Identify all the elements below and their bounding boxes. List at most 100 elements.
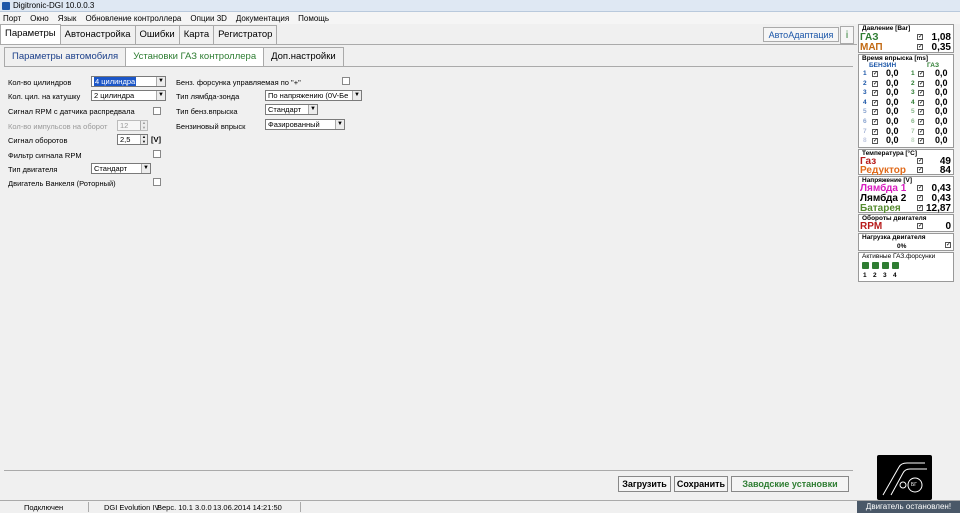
- tab-map[interactable]: Карта: [178, 25, 215, 44]
- petrol-inj-type-select[interactable]: Стандарт ▼: [265, 104, 318, 115]
- tab-gas-settings[interactable]: Установки ГАЗ контроллера: [125, 47, 265, 66]
- petrol-injector-time: 0,0: [886, 135, 899, 146]
- petrol-injector-checkbox[interactable]: ✓: [872, 90, 878, 97]
- menu-port[interactable]: Порт: [3, 14, 21, 23]
- tab-extra-settings[interactable]: Доп.настройки: [263, 47, 344, 66]
- info-icon[interactable]: ⅰ: [840, 26, 854, 44]
- load-button[interactable]: Загрузить: [618, 476, 671, 492]
- engine-state-badge: Двигатель остановлен!: [857, 501, 960, 513]
- rpm-filter-label: Фильтр сигнала RPM: [8, 151, 82, 160]
- gas-injector-checkbox[interactable]: ✓: [918, 119, 924, 125]
- active-injector-num: 1: [863, 272, 867, 279]
- petrol-injector-checkbox[interactable]: ✓: [872, 109, 878, 116]
- petrol-injector-checkbox[interactable]: ✓: [872, 99, 878, 106]
- settings-panel: Кол-во цилиндров 4 цилиндра ▼ Кол. цил. н…: [4, 66, 853, 470]
- petrol-injector-num: 3: [863, 89, 867, 97]
- gas-temp-checkbox[interactable]: ✓: [917, 158, 923, 164]
- lambda-type-select[interactable]: По напряжению (0V-Бе ▼: [265, 90, 362, 101]
- engine-type-select[interactable]: Стандарт ▼: [91, 163, 151, 174]
- chevron-down-icon: ▼: [156, 91, 165, 100]
- menu-update[interactable]: Обновление контроллера: [85, 14, 181, 23]
- factory-settings-button[interactable]: Заводские установки: [731, 476, 849, 492]
- window-title: Digitronic-DGI 10.0.0.3: [13, 1, 95, 10]
- reducer-temp-checkbox[interactable]: ✓: [917, 167, 923, 173]
- tab-car-params[interactable]: Параметры автомобиля: [4, 47, 127, 66]
- voltage-group: Напряжение [V] Лямбда 1 ✓ 0,43 Лямбда 2 …: [858, 176, 954, 214]
- map-pressure-value: 0,35: [931, 42, 951, 53]
- gas-injector-num: 5: [911, 108, 915, 116]
- status-device: DGI Evolution IV: [104, 503, 160, 512]
- gas-injector-num: 6: [911, 118, 915, 125]
- petrol-injector-checkbox[interactable]: ✓: [872, 138, 878, 145]
- cyl-count-select[interactable]: 4 цилиндра ▼: [91, 76, 166, 87]
- pulses-stepper[interactable]: 12 ▲ ▼: [117, 120, 148, 131]
- tab-errors[interactable]: Ошибки: [134, 25, 180, 44]
- tab-parameters[interactable]: Параметры: [0, 24, 61, 44]
- temperature-group: Температура [°C] Газ ✓ 49 Редуктор ✓ 84: [858, 149, 954, 176]
- rpm-checkbox[interactable]: ✓: [917, 223, 923, 229]
- rpm-group: Обороты двигателя RPM ✓ 0: [858, 214, 954, 232]
- battery-label: Батарея: [860, 203, 901, 214]
- menu-3d[interactable]: Опции 3D: [190, 14, 227, 23]
- rpm-filter-checkbox[interactable]: [153, 150, 161, 158]
- petrol-injector-time: 0,0: [886, 77, 899, 88]
- petrol-injector-checkbox[interactable]: ✓: [872, 128, 878, 135]
- menu-help[interactable]: Помощь: [298, 14, 329, 23]
- petrol-injector-num: 4: [863, 98, 867, 106]
- petrol-injector-checkbox[interactable]: ✓: [872, 80, 878, 87]
- title-bar: Digitronic-DGI 10.0.0.3: [0, 0, 960, 12]
- wankel-checkbox[interactable]: [153, 178, 161, 186]
- gas-injector-num: 2: [911, 79, 915, 87]
- petrol-injector-checkbox[interactable]: ✓: [872, 71, 878, 77]
- injection-time-group: Время впрыска [ms] БЕНЗИН ГАЗ 1 ✓ 0,0 1 ✓ 0,0…: [858, 54, 954, 148]
- right-panel: Давление [Bar] ГАЗ ✓ 1,08 МАП ✓ 0,35 Вре…: [857, 24, 960, 500]
- engine-load-checkbox[interactable]: ✓: [945, 242, 951, 248]
- active-injectors-title: Активные ГАЗ.форсунки: [862, 253, 936, 260]
- auto-adapt-button[interactable]: АвтоАдаптация: [763, 27, 839, 42]
- gas-injector-checkbox[interactable]: ✓: [918, 99, 924, 106]
- battery-value: 12,87: [925, 203, 951, 214]
- gas-injector-num: 3: [911, 89, 915, 97]
- gas-injector-num: 4: [911, 98, 915, 106]
- coil-cyl-select[interactable]: 2 цилиндра ▼: [91, 90, 166, 101]
- brand-logo: БГ: [877, 455, 932, 500]
- menu-docs[interactable]: Документация: [236, 14, 289, 23]
- rpm-sensor-checkbox[interactable]: [153, 107, 161, 115]
- rpm-signal-stepper[interactable]: 2,5 ▲ ▼: [117, 134, 148, 145]
- injection-time-title: Время впрыска [ms]: [862, 55, 929, 62]
- rpm-signal-unit: [V]: [151, 135, 161, 144]
- menu-language[interactable]: Язык: [58, 14, 77, 23]
- engine-load-group: Нагрузка двигателя 0% ✓: [858, 233, 954, 251]
- main-tabs: Параметры Автонастройка Ошибки Карта Рег…: [0, 24, 857, 45]
- inj-control-checkbox[interactable]: [342, 77, 350, 85]
- tab-recorder[interactable]: Регистратор: [213, 25, 278, 44]
- chevron-down-icon: ▼: [141, 164, 150, 173]
- gas-pressure-checkbox[interactable]: ✓: [917, 34, 923, 40]
- sub-tabs: Параметры автомобиля Установки ГАЗ контр…: [0, 46, 857, 66]
- gas-injector-num: 7: [911, 127, 915, 135]
- tab-autotune[interactable]: Автонастройка: [59, 25, 136, 44]
- petrol-inj-select[interactable]: Фазированный ▼: [265, 119, 345, 130]
- menu-bar: Порт Окно Язык Обновление контроллера Оп…: [0, 12, 960, 24]
- petrol-injector-num: 5: [863, 108, 867, 116]
- injector-active-icon: [872, 262, 879, 269]
- lambda1-checkbox[interactable]: ✓: [917, 185, 923, 191]
- coil-cyl-label: Кол. цил. на катушку: [8, 92, 81, 101]
- engine-type-label: Тип двигателя: [8, 165, 58, 174]
- petrol-injector-time: 0,0: [886, 125, 899, 136]
- battery-checkbox[interactable]: ✓: [917, 205, 923, 211]
- lambda2-checkbox[interactable]: ✓: [917, 195, 923, 201]
- save-button[interactable]: Сохранить: [674, 476, 728, 492]
- petrol-injector-checkbox[interactable]: ✓: [872, 119, 878, 125]
- gas-injector-checkbox[interactable]: ✓: [918, 80, 924, 87]
- menu-window[interactable]: Окно: [30, 14, 49, 23]
- gas-injector-checkbox[interactable]: ✓: [918, 138, 924, 145]
- gas-injector-checkbox[interactable]: ✓: [918, 71, 924, 77]
- gas-injector-checkbox[interactable]: ✓: [918, 90, 924, 97]
- map-pressure-checkbox[interactable]: ✓: [917, 44, 923, 50]
- petrol-injector-time: 0,0: [886, 96, 899, 107]
- gas-injector-checkbox[interactable]: ✓: [918, 128, 924, 135]
- gas-injector-checkbox[interactable]: ✓: [918, 109, 924, 116]
- chevron-down-icon: ▼: [335, 120, 344, 129]
- reducer-temp-value: 84: [939, 165, 951, 176]
